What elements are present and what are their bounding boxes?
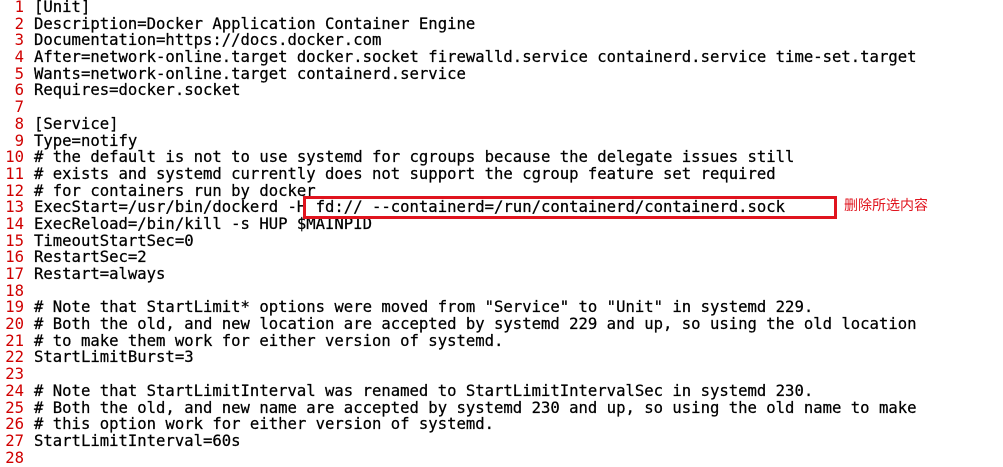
line-text[interactable]: Restart=always — [34, 266, 166, 283]
line-number: 4 — [14, 48, 24, 67]
line-number: 21 — [5, 331, 24, 350]
line-number: 7 — [14, 98, 24, 117]
line-number: 11 — [5, 164, 24, 183]
code-line[interactable]: 28 — [0, 448, 1003, 467]
line-text[interactable]: # Both the old, and new name are accepte… — [34, 399, 917, 417]
code-line[interactable]: 21 # to make them work for either version… — [0, 331, 1003, 350]
code-line[interactable]: 2 Description=Docker Application Containe… — [0, 14, 1003, 33]
code-line[interactable]: 18 — [0, 281, 1003, 300]
line-text[interactable]: Type=notify — [34, 132, 138, 150]
code-line[interactable]: 15 TimeoutStartSec=0 — [0, 231, 1003, 250]
line-number: 13 — [5, 198, 24, 217]
code-line[interactable]: 24 # Note that StartLimitInterval was ren… — [0, 381, 1003, 400]
line-text[interactable]: Wants=network-online.target containerd.s… — [34, 65, 466, 83]
annotation-label: 删除所选内容 — [844, 198, 928, 214]
line-number: 18 — [5, 281, 24, 300]
line-number: 15 — [5, 231, 24, 250]
line-text[interactable]: Description=Docker Application Container… — [34, 15, 476, 33]
line-number: 26 — [5, 415, 24, 434]
line-number: 14 — [5, 214, 24, 233]
code-line[interactable]: 17 Restart=always — [0, 266, 1003, 283]
line-number: 9 — [14, 131, 24, 150]
line-text[interactable]: TimeoutStartSec=0 — [34, 232, 194, 250]
line-text[interactable]: # the default is not to use systemd for … — [34, 149, 795, 166]
line-number: 24 — [5, 381, 24, 400]
line-text[interactable]: # Note that StartLimit* options were mov… — [34, 299, 813, 316]
code-line[interactable]: 4 After=network-online.target docker.sock… — [0, 49, 1003, 66]
code-line[interactable]: 3 Documentation=https://docs.docker.com — [0, 32, 1003, 49]
line-text[interactable]: After=network-online.target docker.socke… — [34, 49, 917, 66]
line-text[interactable]: # Note that StartLimitInterval was renam… — [34, 382, 813, 400]
line-text[interactable]: Requires=docker.socket — [34, 82, 241, 99]
line-number: 2 — [14, 14, 24, 33]
code-line[interactable]: 20 # Both the old, and new location are a… — [0, 316, 1003, 333]
code-line[interactable]: 10 # the default is not to use systemd fo… — [0, 149, 1003, 166]
code-line[interactable]: 26 # this option work for either version … — [0, 416, 1003, 433]
code-line[interactable]: 9 Type=notify — [0, 131, 1003, 150]
line-text[interactable]: # exists and systemd currently does not … — [34, 166, 776, 183]
line-number: 10 — [5, 148, 24, 167]
line-text[interactable]: # to make them work for either version o… — [34, 332, 504, 350]
code-line[interactable]: 25 # Both the old, and new name are accep… — [0, 398, 1003, 417]
line-number: 17 — [5, 265, 24, 283]
line-text[interactable]: # this option work for either version of… — [34, 416, 494, 433]
code-line[interactable]: 5 Wants=network-online.target containerd.… — [0, 64, 1003, 83]
line-number: 19 — [5, 298, 24, 317]
line-number: 27 — [5, 431, 24, 450]
line-number: 25 — [5, 398, 24, 417]
line-number: 6 — [14, 81, 24, 100]
line-number: 16 — [5, 248, 24, 267]
line-number: 8 — [14, 114, 24, 133]
line-number: 5 — [14, 64, 24, 83]
line-number: 20 — [5, 315, 24, 334]
line-number: 12 — [5, 181, 24, 200]
line-text[interactable]: # for containers run by docker — [34, 182, 316, 200]
line-text[interactable]: [Service] — [34, 115, 119, 133]
line-text[interactable]: StartLimitBurst=3 — [34, 349, 194, 366]
line-text[interactable]: StartLimitInterval=60s — [34, 433, 241, 450]
line-text[interactable]: RestartSec=2 — [34, 249, 147, 266]
line-text[interactable]: # Both the old, and new location are acc… — [34, 316, 917, 333]
code-line[interactable]: 19 # Note that StartLimit* options were m… — [0, 299, 1003, 316]
code-line[interactable]: 11 # exists and systemd currently does no… — [0, 166, 1003, 183]
line-number: 1 — [14, 0, 24, 16]
line-number: 23 — [5, 365, 24, 384]
text-editor[interactable]: 1 [Unit] 2 Description=Docker Application C… — [0, 0, 1003, 466]
line-number: 22 — [5, 348, 24, 367]
code-line[interactable]: 7 — [0, 99, 1003, 116]
code-line[interactable]: 27 StartLimitInterval=60s — [0, 433, 1003, 450]
code-line[interactable]: 6 Requires=docker.socket — [0, 82, 1003, 99]
selection-highlight-box — [303, 196, 837, 219]
code-line[interactable]: 1 [Unit] — [0, 0, 1003, 16]
code-line[interactable]: 16 RestartSec=2 — [0, 249, 1003, 266]
line-text[interactable]: Documentation=https://docs.docker.com — [34, 32, 382, 49]
code-line[interactable]: 8 [Service] — [0, 114, 1003, 133]
line-number: 28 — [5, 448, 24, 467]
code-line[interactable]: 23 — [0, 366, 1003, 383]
code-line[interactable]: 22 StartLimitBurst=3 — [0, 349, 1003, 366]
line-text[interactable]: [Unit] — [34, 0, 91, 16]
line-number: 3 — [14, 31, 24, 50]
